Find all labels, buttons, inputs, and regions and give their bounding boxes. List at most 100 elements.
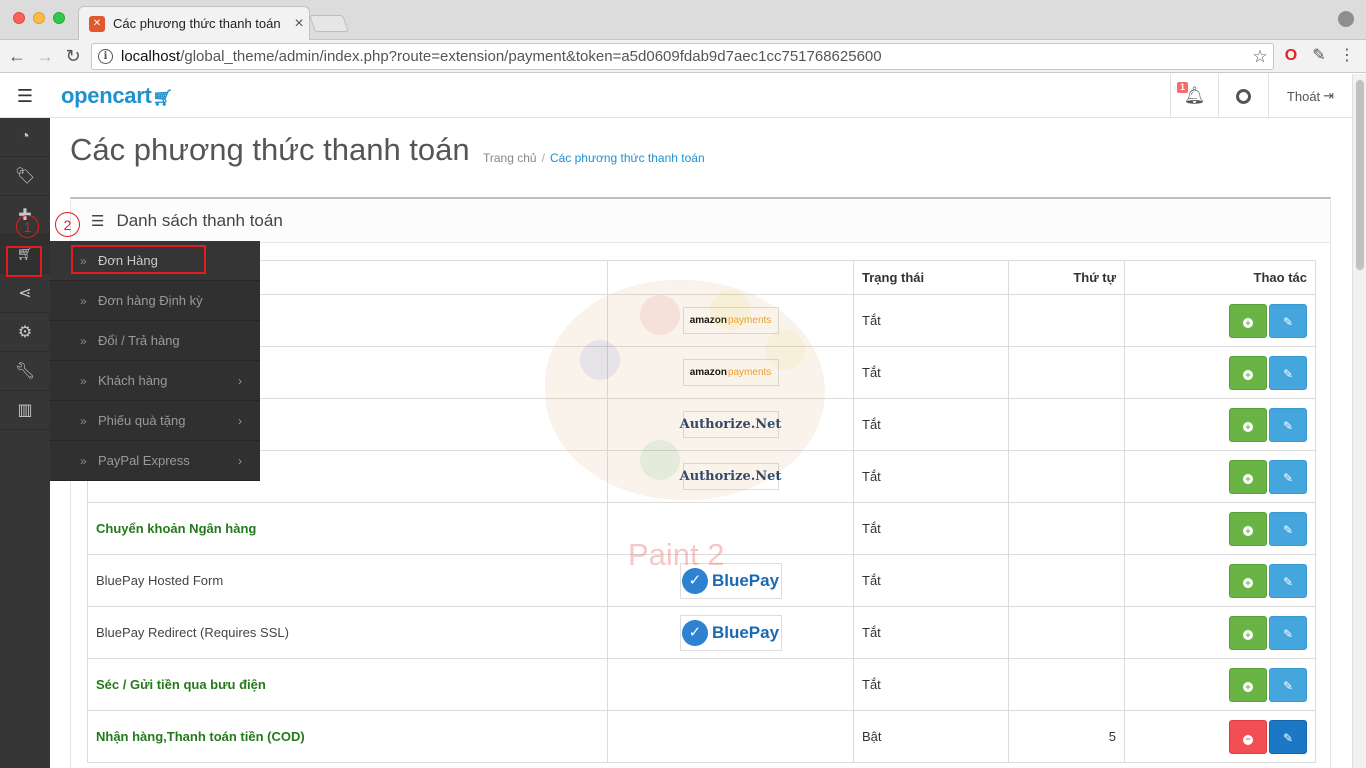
uninstall-button[interactable]: −: [1229, 719, 1267, 754]
minus-circle-icon: −: [1243, 734, 1253, 745]
list-icon: ☰: [91, 212, 105, 230]
payment-status: Tắt: [853, 346, 1009, 399]
sidebar-item-catalog[interactable]: 🏷︎: [0, 157, 50, 196]
breadcrumb-current[interactable]: Các phương thức thanh toán: [550, 151, 705, 165]
payment-sort-order: [1008, 450, 1125, 503]
edit-button[interactable]: ✎: [1269, 355, 1307, 390]
notifications-button[interactable]: 1 🔔︎: [1170, 74, 1218, 118]
chevron-right-icon: ›: [238, 373, 242, 388]
scrollbar-thumb[interactable]: [1356, 80, 1364, 270]
submenu-item-returns[interactable]: Đổi / Trả hàng: [50, 321, 260, 361]
submenu-item-gift-vouchers[interactable]: Phiếu quà tặng›: [50, 401, 260, 441]
install-button[interactable]: +: [1229, 563, 1267, 598]
sidebar-item-system[interactable]: ⚙: [0, 313, 50, 352]
bluepay-logo[interactable]: ✓ BluePay: [679, 614, 782, 651]
close-window-button[interactable]: [13, 12, 25, 24]
reload-icon[interactable]: ↻: [62, 45, 84, 67]
sidebar-item-tools[interactable]: 🔧︎: [0, 352, 50, 391]
sidebar-item-dashboard[interactable]: ◔: [0, 118, 50, 157]
back-arrow-icon[interactable]: ←: [6, 45, 28, 67]
url-text[interactable]: localhost/global_theme/admin/index.php?r…: [121, 48, 1247, 65]
submenu-item-customers[interactable]: Khách hàng›: [50, 361, 260, 401]
amazon-payments-logo[interactable]: amazon payments: [682, 307, 779, 334]
header-order[interactable]: Thứ tự: [1008, 260, 1125, 295]
amazon-payments-logo[interactable]: amazon payments: [682, 359, 779, 386]
edit-button[interactable]: ✎: [1269, 407, 1307, 442]
table-row: Séc / Gửi tiền qua bưu điện Tắt + ✎: [87, 658, 1316, 711]
edit-button[interactable]: ✎: [1269, 459, 1307, 494]
edit-button[interactable]: ✎: [1269, 667, 1307, 702]
edit-button[interactable]: ✎: [1269, 303, 1307, 338]
install-button[interactable]: +: [1229, 615, 1267, 650]
opera-extension-icon[interactable]: O: [1282, 47, 1300, 65]
page-scrollbar[interactable]: [1352, 74, 1366, 768]
payment-status: Tắt: [853, 294, 1009, 347]
logout-button[interactable]: Thoát ⇥: [1268, 74, 1352, 118]
tab-title: Các phương thức thanh toán: [113, 16, 281, 31]
maximize-window-button[interactable]: [53, 12, 65, 24]
header-logo: [607, 260, 854, 295]
table-row: Authorize.Net Tắt + ✎: [87, 450, 1316, 503]
help-button[interactable]: [1218, 74, 1268, 118]
edit-button[interactable]: ✎: [1269, 511, 1307, 546]
sidebar-item-reports[interactable]: ▥: [0, 391, 50, 430]
bookmark-star-icon[interactable]: ☆: [1247, 47, 1273, 67]
lifebuoy-icon: [1236, 88, 1251, 104]
edit-button[interactable]: ✎: [1269, 563, 1307, 598]
pencil-icon: ✎: [1282, 678, 1294, 693]
install-button[interactable]: +: [1229, 303, 1267, 338]
pencil-icon: ✎: [1282, 470, 1294, 485]
menu-toggle-icon[interactable]: ☰: [0, 74, 50, 118]
payment-sort-order: [1008, 346, 1125, 399]
payment-sort-order: [1008, 658, 1125, 711]
payment-name[interactable]: Séc / Gửi tiền qua bưu điện: [87, 658, 608, 711]
install-button[interactable]: +: [1229, 459, 1267, 494]
payment-status: Tắt: [853, 398, 1009, 451]
table-row: Nhận hàng,Thanh toán tiền (COD) Bật 5− ✎: [87, 710, 1316, 763]
payment-status: Bật: [853, 710, 1009, 763]
new-tab-button[interactable]: [308, 15, 350, 32]
payment-status: Tắt: [853, 450, 1009, 503]
payment-sort-order: [1008, 606, 1125, 659]
edit-button[interactable]: ✎: [1269, 719, 1307, 754]
eyedropper-extension-icon[interactable]: ✎: [1310, 47, 1328, 65]
pencil-icon: ✎: [1282, 314, 1294, 329]
opencart-logo[interactable]: opencart🛒︎: [61, 83, 173, 109]
panel-title: Danh sách thanh toán: [116, 210, 283, 230]
table-row: amazon payments Tắt + ✎: [87, 294, 1316, 347]
info-icon[interactable]: i: [98, 49, 113, 64]
payment-name[interactable]: Nhận hàng,Thanh toán tiền (COD): [87, 710, 608, 763]
forward-arrow-icon[interactable]: →: [34, 45, 56, 67]
browser-tab[interactable]: ✕ Các phương thức thanh toán ×: [78, 6, 310, 40]
install-button[interactable]: +: [1229, 407, 1267, 442]
profile-icon[interactable]: [1338, 11, 1354, 27]
install-button[interactable]: +: [1229, 355, 1267, 390]
breadcrumb-home[interactable]: Trang chủ: [483, 151, 537, 165]
submenu-item-paypal-express[interactable]: PayPal Express›: [50, 441, 260, 481]
chevron-right-icon: ›: [238, 413, 242, 428]
chrome-menu-icon[interactable]: ⋮: [1338, 47, 1356, 65]
address-bar[interactable]: i localhost/global_theme/admin/index.php…: [91, 43, 1274, 70]
submenu-item-recurring-orders[interactable]: Đơn hàng Định kỳ: [50, 281, 260, 321]
plus-circle-icon: +: [1243, 369, 1253, 380]
install-button[interactable]: +: [1229, 667, 1267, 702]
authorize-net-logo[interactable]: Authorize.Net: [680, 411, 781, 438]
payment-sort-order: [1008, 502, 1125, 555]
edit-button[interactable]: ✎: [1269, 615, 1307, 650]
sidebar-item-marketing[interactable]: ⋖: [0, 274, 50, 313]
chevron-right-icon: ›: [238, 453, 242, 468]
pencil-icon: ✎: [1282, 522, 1294, 537]
payment-actions: + ✎: [1124, 346, 1316, 399]
pencil-icon: ✎: [1282, 626, 1294, 641]
minimize-window-button[interactable]: [33, 12, 45, 24]
payment-sort-order: [1008, 294, 1125, 347]
table-row: Authorize.Net Tắt + ✎: [87, 398, 1316, 451]
dashboard-icon: ◔: [20, 128, 30, 145]
authorize-net-logo[interactable]: Authorize.Net: [680, 463, 781, 490]
header-status[interactable]: Trạng thái: [853, 260, 1009, 295]
annotation-step-1: 1: [16, 215, 39, 238]
plus-circle-icon: +: [1243, 317, 1253, 328]
payment-name[interactable]: Chuyển khoản Ngân hàng: [87, 502, 608, 555]
tab-close-icon[interactable]: ×: [289, 15, 309, 33]
install-button[interactable]: +: [1229, 511, 1267, 546]
